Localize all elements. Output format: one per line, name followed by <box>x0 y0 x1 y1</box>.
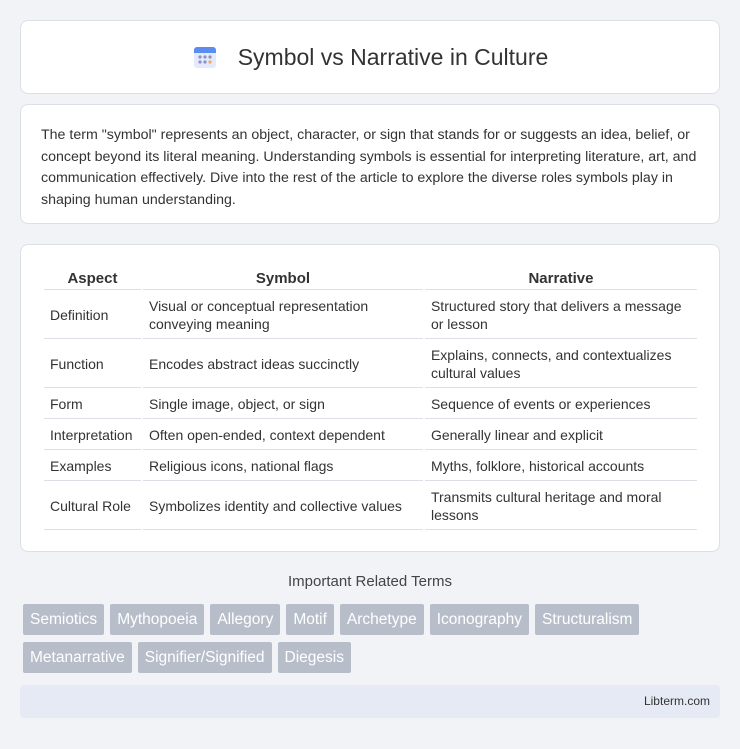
narrative-cell: Sequence of events or experiences <box>424 390 697 419</box>
tag-semiotics[interactable]: Semiotics <box>23 604 105 635</box>
symbol-cell: Visual or conceptual representation conv… <box>142 292 423 339</box>
column-header-symbol: Symbol <box>142 267 423 290</box>
narrative-cell: Myths, folklore, historical accounts <box>424 452 697 481</box>
tag-mythopoeia[interactable]: Mythopoeia <box>110 604 205 635</box>
tag-diegesis[interactable]: Diegesis <box>277 642 351 673</box>
symbol-cell: Often open-ended, context dependent <box>142 421 423 450</box>
tag-signifier-signified[interactable]: Signifier/Signified <box>137 642 272 673</box>
tag-structuralism[interactable]: Structuralism <box>535 604 640 635</box>
table-row: Cultural Role Symbolizes identity and co… <box>44 483 697 530</box>
narrative-cell: Explains, connects, and contextualizes c… <box>424 341 697 388</box>
table-row: Form Single image, object, or sign Seque… <box>44 390 697 419</box>
intro-card: The term "symbol" represents an object, … <box>20 104 720 224</box>
column-header-narrative: Narrative <box>424 267 697 290</box>
comparison-table: Aspect Symbol Narrative Definition Visua… <box>42 265 699 532</box>
header-card: Symbol vs Narrative in Culture <box>20 20 720 94</box>
symbol-cell: Encodes abstract ideas succinctly <box>142 341 423 388</box>
intro-paragraph: The term "symbol" represents an object, … <box>41 127 697 208</box>
symbol-cell: Symbolizes identity and collective value… <box>142 483 423 530</box>
table-row: Examples Religious icons, national flags… <box>44 452 697 481</box>
aspect-cell: Function <box>44 341 141 388</box>
aspect-cell: Cultural Role <box>44 483 141 530</box>
symbol-cell: Religious icons, national flags <box>142 452 423 481</box>
aspect-cell: Examples <box>44 452 141 481</box>
tag-metanarrative[interactable]: Metanarrative <box>23 642 132 673</box>
related-terms-tags: Semiotics Mythopoeia Allegory Motif Arch… <box>23 604 723 680</box>
tag-row: Metanarrative Signifier/Signified Dieges… <box>23 642 723 673</box>
aspect-cell: Definition <box>44 292 141 339</box>
footer: Libterm.com <box>20 685 720 718</box>
tag-iconography[interactable]: Iconography <box>429 604 530 635</box>
table-row: Function Encodes abstract ideas succinct… <box>44 341 697 388</box>
narrative-cell: Generally linear and explicit <box>424 421 697 450</box>
narrative-cell: Transmits cultural heritage and moral le… <box>424 483 697 530</box>
tag-archetype[interactable]: Archetype <box>339 604 424 635</box>
table-header-row: Aspect Symbol Narrative <box>44 267 697 290</box>
related-terms-title: Important Related Terms <box>288 573 452 590</box>
aspect-cell: Interpretation <box>44 421 141 450</box>
page-title: Symbol vs Narrative in Culture <box>237 43 549 70</box>
tag-row: Semiotics Mythopoeia Allegory Motif Arch… <box>23 604 723 635</box>
tag-allegory[interactable]: Allegory <box>210 604 281 635</box>
aspect-cell: Form <box>44 390 141 419</box>
table-row: Definition Visual or conceptual represen… <box>44 292 697 339</box>
comparison-table-card: Aspect Symbol Narrative Definition Visua… <box>20 244 720 552</box>
narrative-cell: Structured story that delivers a message… <box>424 292 697 339</box>
footer-site-link[interactable]: Libterm.com <box>644 694 710 708</box>
calendar-grid-icon <box>193 47 216 68</box>
column-header-aspect: Aspect <box>44 267 141 290</box>
table-row: Interpretation Often open-ended, context… <box>44 421 697 450</box>
tag-motif[interactable]: Motif <box>286 604 334 635</box>
symbol-cell: Single image, object, or sign <box>142 390 423 419</box>
